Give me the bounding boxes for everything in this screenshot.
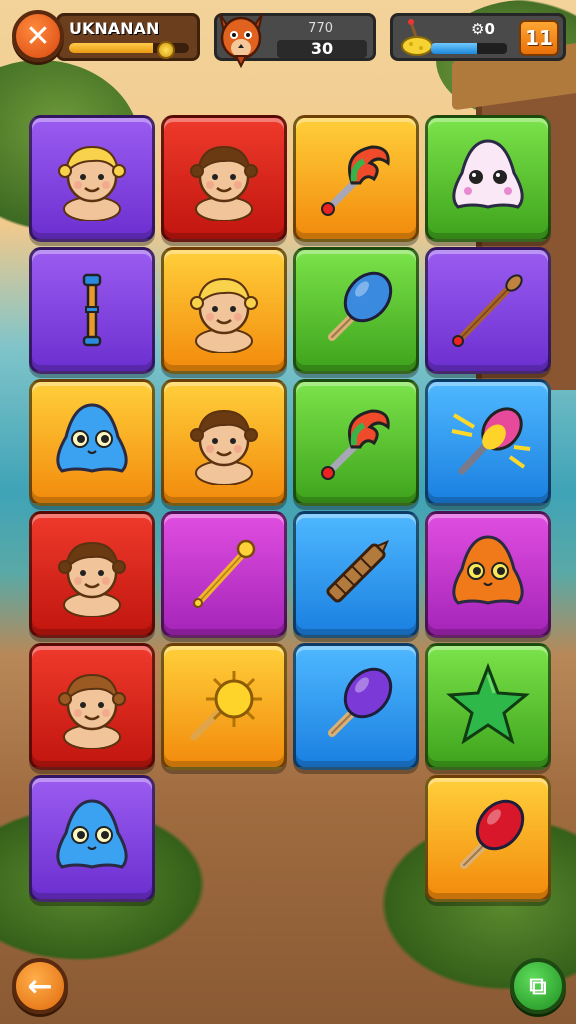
menu-button[interactable]: ⧉ <box>510 958 566 1014</box>
menu-icon: ⧉ <box>529 972 547 1000</box>
brown-hair-boy-icon <box>180 133 268 225</box>
blonde-baby-icon <box>180 265 268 357</box>
tile-brown-hair-boy[interactable] <box>29 511 155 638</box>
tile-brown-hair-boy[interactable] <box>161 379 287 506</box>
tile-blonde-baby[interactable] <box>29 115 155 242</box>
player-panel: UKNANAN <box>56 13 200 61</box>
purple-maraca-icon <box>312 661 400 753</box>
score-secondary: 770 <box>308 21 333 36</box>
resource-panel: ⚙0 11 <box>390 13 566 61</box>
wooden-club-icon <box>312 529 400 621</box>
golden-scepter-icon <box>180 529 268 621</box>
tile-wooden-wand[interactable] <box>425 247 551 374</box>
brown-hair-boy-icon <box>48 529 136 621</box>
brown-hair-boy-icon <box>180 397 268 489</box>
player-name: UKNANAN <box>69 19 160 38</box>
tile-sun-wand[interactable] <box>161 643 287 770</box>
resource-bar-fill <box>431 43 477 54</box>
level-badge[interactable]: 11 <box>519 20 559 56</box>
tile-green-star[interactable] <box>425 643 551 770</box>
tile-blue-blob-creature[interactable] <box>29 775 155 902</box>
resource-count: ⚙0 <box>471 20 495 38</box>
back-arrow-icon: ← <box>27 968 53 1004</box>
resource-count-value: 0 <box>484 20 495 38</box>
tile-brown-hair-baby[interactable] <box>29 643 155 770</box>
claw-scepter-icon <box>312 397 400 489</box>
tile-blue-staff[interactable] <box>29 247 155 374</box>
tile-wooden-club[interactable] <box>293 511 419 638</box>
coin-icon <box>157 41 175 59</box>
score-primary: 30 <box>277 40 367 58</box>
top-bar: UKNANAN ✕ 770 30 ⚙0 11 <box>0 0 576 80</box>
resource-bar <box>431 43 507 54</box>
red-maraca-icon <box>444 793 532 885</box>
tile-red-maraca[interactable] <box>425 775 551 902</box>
blue-maraca-icon <box>312 265 400 357</box>
blue-blob-creature-icon <box>48 793 136 885</box>
wooden-wand-icon <box>444 265 532 357</box>
tile-orange-blob-creature[interactable] <box>425 511 551 638</box>
white-blob-creature-icon <box>444 133 532 225</box>
blonde-baby-icon <box>48 133 136 225</box>
tile-claw-scepter[interactable] <box>293 115 419 242</box>
brown-hair-baby-icon <box>48 661 136 753</box>
back-button[interactable]: ← <box>12 958 68 1014</box>
orange-blob-creature-icon <box>444 529 532 621</box>
tile-golden-scepter[interactable] <box>161 511 287 638</box>
sun-wand-icon <box>180 661 268 753</box>
blue-staff-icon <box>48 265 136 357</box>
close-button[interactable]: ✕ <box>12 10 64 62</box>
xp-bar-fill <box>69 43 153 53</box>
tile-blonde-baby[interactable] <box>161 247 287 374</box>
fox-mascot-icon <box>219 13 263 68</box>
tile-blue-maraca[interactable] <box>293 247 419 374</box>
close-icon: ✕ <box>25 18 51 54</box>
flaming-torch-icon <box>444 397 532 489</box>
tile-purple-maraca[interactable] <box>293 643 419 770</box>
tile-flaming-torch[interactable] <box>425 379 551 506</box>
tile-claw-scepter[interactable] <box>293 379 419 506</box>
tile-white-blob-creature[interactable] <box>425 115 551 242</box>
claw-scepter-icon <box>312 133 400 225</box>
blue-blob-creature-icon <box>48 397 136 489</box>
tile-brown-hair-boy[interactable] <box>161 115 287 242</box>
tile-blue-blob-creature[interactable] <box>29 379 155 506</box>
green-star-icon <box>444 661 532 753</box>
